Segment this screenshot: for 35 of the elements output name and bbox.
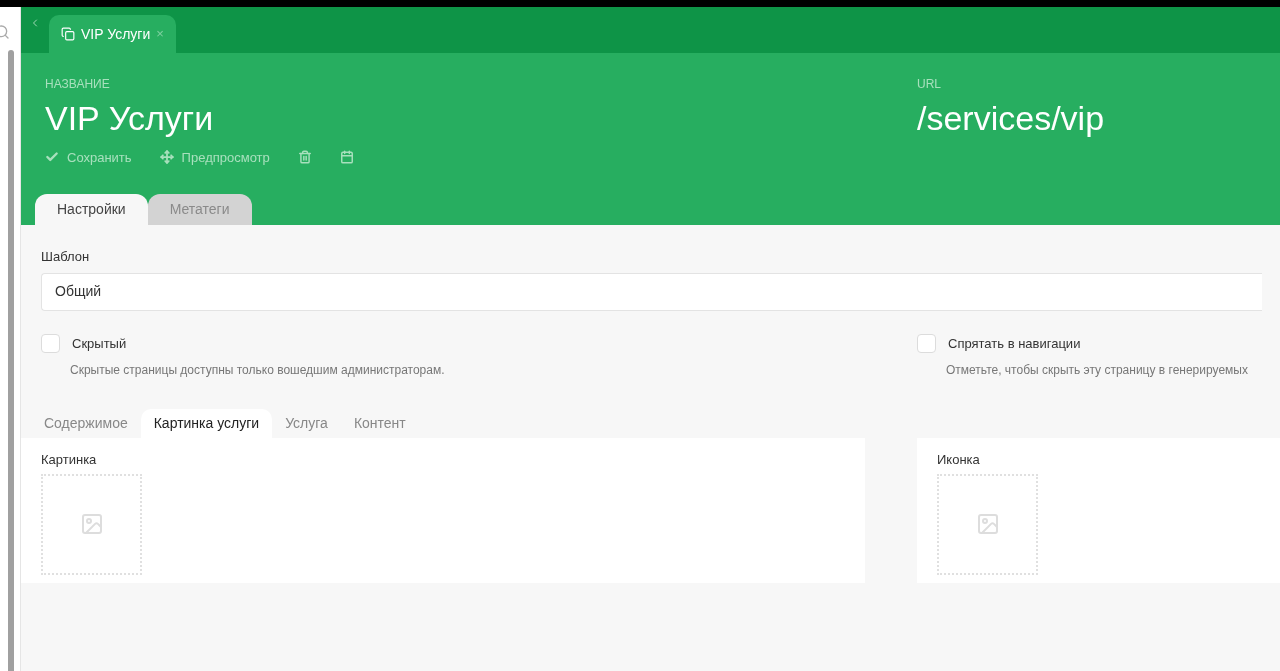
field-label: Шаблон [41,248,91,266]
field-caption: URL [917,76,942,93]
field-label: Иконка [937,451,981,469]
content-tab[interactable]: Контент [340,409,419,438]
content-tab[interactable]: Картинка услуги [140,409,273,438]
checkbox-label: Спрятать в навигации [948,334,1081,353]
calendar-button[interactable] [339,150,354,165]
tab-title: VIP Услуги [81,24,151,44]
checkbox-hint: Отметьте, чтобы скрыть эту страницу в генерируемых [946,362,1248,379]
copy-icon [61,27,75,41]
tab[interactable]: Настройки [35,194,148,225]
checkbox-label: Скрытый [72,334,127,353]
field-label: Картинка [41,451,98,469]
checkbox[interactable] [917,333,936,353]
delete-button[interactable] [297,150,312,165]
image-upload[interactable] [937,473,1038,575]
field-caption: НАЗВАНИЕ [45,76,111,93]
image-icon [975,512,1000,536]
move-icon [159,150,174,165]
save-button[interactable]: Сохранить [45,147,132,167]
template-select[interactable]: Общий [41,272,1262,311]
image-upload[interactable] [41,473,142,575]
preview-button[interactable]: Предпросмотр [159,147,270,167]
page-url: /services/vip [917,98,1105,139]
checkbox-hint: Скрытые страницы доступны только вошедшим администраторам. [70,362,446,379]
checkbox[interactable] [41,333,60,353]
trash-icon [297,150,312,165]
tab[interactable]: Метатеги [147,194,252,225]
content-tab[interactable]: Услуга [272,409,341,438]
page-title: VIP Услуги [45,98,215,139]
image-icon [79,512,104,536]
content-tab[interactable]: Содержимое [31,409,141,438]
document-tab[interactable]: VIP Услуги × [49,15,176,53]
calendar-icon [339,150,354,165]
scrollbar[interactable] [8,50,14,671]
